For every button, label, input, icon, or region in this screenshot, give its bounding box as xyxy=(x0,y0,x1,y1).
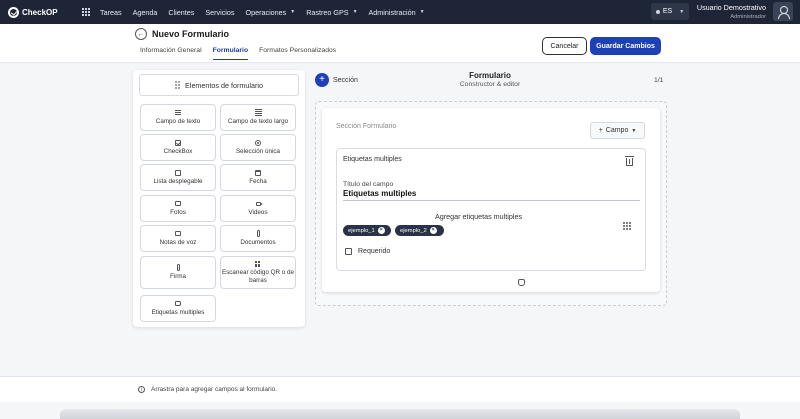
menu-item-tareas[interactable]: Tareas xyxy=(100,8,122,17)
field-title-input[interactable]: Etiquetas multiples xyxy=(343,189,416,198)
builder-subtitle: Constructor & editor xyxy=(459,81,521,88)
caret-down-icon: ▼ xyxy=(631,127,637,134)
menu-item-agenda[interactable]: Agenda xyxy=(133,8,158,17)
info-icon: i xyxy=(138,386,145,393)
required-checkbox[interactable] xyxy=(345,248,352,255)
arrow-left-icon: ← xyxy=(137,30,145,38)
save-button[interactable]: Guardar Cambios xyxy=(590,37,661,55)
top-navbar: CheckOP Tareas Agenda Clientes Servicios… xyxy=(0,0,800,24)
logo-text: CheckOP xyxy=(22,7,58,17)
tag-icon xyxy=(175,300,181,307)
page-header: ← Nuevo Formulario Información General F… xyxy=(0,24,800,63)
palette-item-etiquetas-multiples[interactable]: Etiquetas multiples xyxy=(140,295,216,322)
menu-item-operaciones[interactable]: Operaciones ▼ xyxy=(246,8,296,17)
page-title: Nuevo Formulario xyxy=(152,29,230,39)
grab-hand-icon[interactable] xyxy=(518,279,525,286)
radio-icon xyxy=(255,139,261,146)
cancel-button[interactable]: Cancelar xyxy=(542,37,587,55)
paperclip-icon xyxy=(256,230,260,238)
palette-item-checkbox[interactable]: CheckBox xyxy=(140,134,216,161)
field-title-underline xyxy=(343,200,640,201)
qr-icon xyxy=(255,260,261,267)
plus-icon: + xyxy=(319,74,325,85)
add-field-button[interactable]: + Campo ▼ xyxy=(590,122,645,139)
footer-bar xyxy=(0,376,800,402)
remove-chip-icon[interactable]: × xyxy=(377,227,385,234)
avatar[interactable] xyxy=(773,2,793,21)
list-icon xyxy=(175,169,181,176)
palette-item-lista-desplegable[interactable]: Lista desplegable xyxy=(140,164,216,191)
menu-item-administracion[interactable]: Administración ▼ xyxy=(369,8,425,17)
user-role: Administrador xyxy=(730,14,766,20)
tab-formulario[interactable]: Formulario xyxy=(212,47,249,60)
drag-handle-icon[interactable] xyxy=(623,222,631,230)
image-icon xyxy=(175,200,181,207)
palette-item-escanear-qr[interactable]: Escanear código QR o de barras xyxy=(220,256,296,289)
multi-tags-label: Agregar etiquetas multiples xyxy=(434,212,523,221)
checkop-logo-icon xyxy=(8,6,19,18)
back-button[interactable]: ← xyxy=(135,28,147,40)
palette-item-notas-voz[interactable]: Notas de voz xyxy=(140,225,216,252)
trash-icon[interactable] xyxy=(625,156,634,166)
section-pager: 1/1 xyxy=(654,77,664,84)
section-label: Sección Formulario xyxy=(336,123,397,130)
logo[interactable]: CheckOP xyxy=(8,6,72,18)
chevron-down-icon: ▼ xyxy=(290,9,296,15)
palette-item-campo-texto-largo[interactable]: Campo de texto largo xyxy=(220,104,296,131)
required-label: Requerido xyxy=(358,248,391,255)
globe-icon xyxy=(655,9,660,14)
palette-item-seleccion-unica[interactable]: Selección única xyxy=(220,134,296,161)
chevron-down-icon: ▼ xyxy=(352,9,358,15)
menu-item-servicios[interactable]: Servicios xyxy=(205,8,234,17)
language-label: ES xyxy=(662,8,673,15)
palette-item-videos[interactable]: Videos xyxy=(220,195,296,222)
remove-chip-icon[interactable]: × xyxy=(429,227,437,234)
field-type-label: Etiquetas multiples xyxy=(343,156,402,163)
tab-informacion-general[interactable]: Información General xyxy=(140,47,202,60)
main-menu: Tareas Agenda Clientes Servicios Operaci… xyxy=(100,8,436,17)
tag-chip: ejemplo_2 × xyxy=(395,225,444,236)
image-icon xyxy=(175,230,181,237)
user-name: Usuario Demostrativo xyxy=(696,3,766,12)
drag-dots-icon xyxy=(175,81,181,89)
plus-icon: + xyxy=(598,127,603,134)
tab-bar: Información General Formulario Formatos … xyxy=(140,47,336,60)
paperclip-icon xyxy=(176,264,180,272)
palette-item-fecha[interactable]: Fecha xyxy=(220,164,296,191)
long-text-icon xyxy=(254,109,262,117)
user-info[interactable]: Usuario Demostrativo Administrador xyxy=(694,3,766,20)
chevron-down-icon: ▼ xyxy=(419,9,425,15)
menu-item-rastreo-gps[interactable]: Rastreo GPS ▼ xyxy=(306,8,357,17)
language-selector[interactable]: ES ▼ xyxy=(651,3,689,20)
palette-item-campo-texto[interactable]: Campo de texto xyxy=(140,104,216,131)
field-title-label: Título del campo xyxy=(343,181,394,188)
calendar-icon xyxy=(255,169,261,176)
apps-grid-icon[interactable] xyxy=(82,8,90,16)
menu-item-clientes[interactable]: Clientes xyxy=(168,8,194,17)
form-elements-header: Elementos de formulario xyxy=(139,74,299,96)
palette-item-fotos[interactable]: Fotos xyxy=(140,195,216,222)
add-section-label[interactable]: Sección xyxy=(333,77,358,84)
palette-item-documentos[interactable]: Documentos xyxy=(220,225,296,252)
text-lines-icon xyxy=(175,109,181,116)
footer-hint: Arrastra para agregar campos al formular… xyxy=(151,386,278,393)
form-elements-title: Elementos de formulario xyxy=(185,80,263,90)
checkbox-icon xyxy=(175,139,181,146)
palette-item-firma[interactable]: Firma xyxy=(140,256,216,289)
tag-chip: ejemplo_1 × xyxy=(343,225,391,236)
video-icon xyxy=(255,200,263,207)
add-section-button[interactable]: + xyxy=(315,73,329,87)
bottom-edge xyxy=(60,409,740,419)
builder-title: Formulario xyxy=(469,71,511,80)
tab-formatos-personalizados[interactable]: Formatos Personalizados xyxy=(259,47,336,60)
chevron-down-icon: ▼ xyxy=(679,8,685,15)
